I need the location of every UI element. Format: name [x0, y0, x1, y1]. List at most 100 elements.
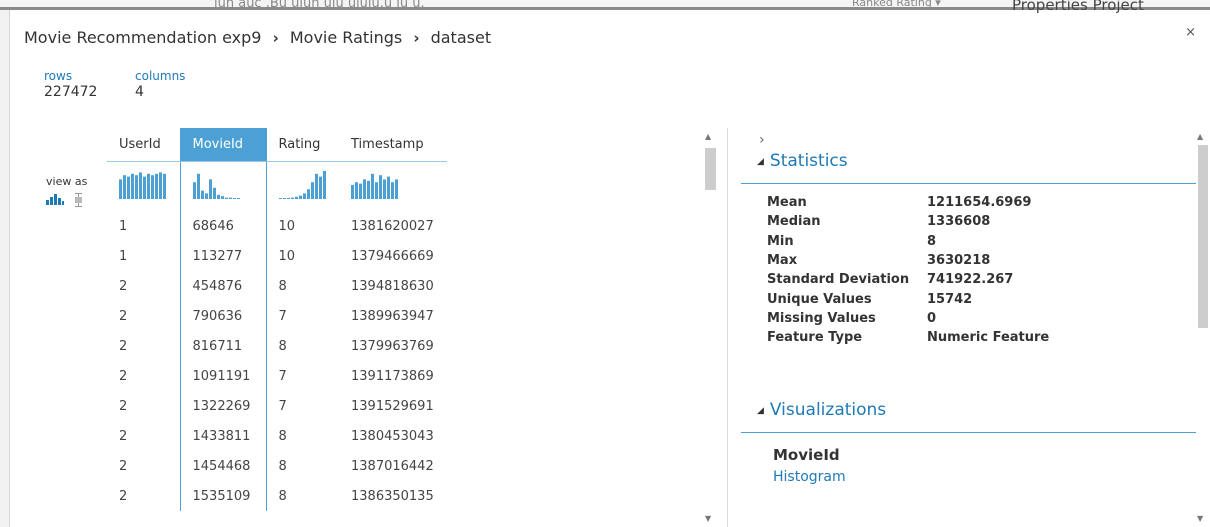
scroll-up-icon[interactable]: ▲ [705, 132, 711, 141]
cell-movieid[interactable]: 1322269 [179, 391, 267, 421]
panel-divider[interactable] [727, 128, 728, 527]
cell-movieid[interactable]: 113277 [179, 241, 267, 271]
cell-timestamp[interactable]: 1391529691 [339, 391, 447, 421]
stat-label: Median [767, 214, 821, 230]
cell-movieid[interactable]: 816711 [179, 331, 267, 361]
sparkline-bar [371, 174, 374, 200]
cell-timestamp[interactable]: 1381620027 [339, 211, 447, 241]
stat-row: Standard Deviation 741922.267 [767, 270, 1049, 289]
stat-label: Missing Values [767, 310, 876, 326]
chevron-right-icon[interactable]: › [759, 132, 765, 148]
stat-value: 1211654.6969 [927, 195, 1032, 211]
cell-timestamp[interactable]: 1391173869 [339, 361, 447, 391]
sparkline-userid[interactable] [107, 161, 180, 211]
stat-row: Missing Values 0 [767, 309, 1049, 328]
rows-summary: rows 227472 [44, 69, 97, 100]
breadcrumb-module: Movie Ratings [289, 28, 403, 47]
boxplot-icon[interactable] [74, 193, 83, 207]
table-row: 2 1454468 8 1387016442 [107, 451, 447, 481]
histogram-link[interactable]: Histogram [773, 469, 846, 485]
cell-rating[interactable]: 8 [266, 271, 339, 301]
cell-userid[interactable]: 2 [107, 451, 180, 481]
cell-movieid[interactable]: 1091191 [179, 361, 267, 391]
cell-movieid[interactable]: 68646 [179, 211, 267, 241]
statistics-heading: Statistics [769, 151, 848, 171]
column-header-movieid[interactable]: MovieId [179, 128, 267, 162]
visualizations-divider [741, 432, 1196, 433]
sparkline-bar [204, 193, 208, 200]
sparkline-bar [143, 176, 146, 200]
cell-userid[interactable]: 2 [107, 481, 180, 511]
sparkline-bar [135, 175, 138, 200]
sparkline-bar [220, 196, 224, 200]
cell-rating[interactable]: 8 [266, 451, 339, 481]
stat-value: Numeric Feature [927, 330, 1050, 346]
sparkline-rating[interactable] [266, 161, 339, 211]
cell-timestamp[interactable]: 1379963769 [339, 331, 447, 361]
background-ghost-text-mid: Ranked Rating ▾ [852, 0, 941, 9]
cell-timestamp[interactable]: 1389963947 [339, 301, 447, 331]
close-button[interactable]: × [1185, 25, 1196, 40]
statistics-section-header[interactable]: ◢ Statistics [757, 151, 848, 171]
sparkline-timestamp[interactable] [339, 161, 447, 211]
cell-rating[interactable]: 7 [266, 361, 339, 391]
stats-vertical-scrollbar[interactable]: ▲ ▼ [1194, 128, 1210, 527]
stat-value: 3630218 [927, 253, 991, 269]
table-row: 2 1535109 8 1386350135 [107, 481, 447, 511]
cell-rating[interactable]: 10 [266, 241, 339, 271]
cell-timestamp[interactable]: 1380453043 [339, 421, 447, 451]
stat-label: Mean [767, 195, 807, 211]
cell-rating[interactable]: 8 [266, 331, 339, 361]
cell-movieid[interactable]: 790636 [179, 301, 267, 331]
cell-rating[interactable]: 10 [266, 211, 339, 241]
sparkline-bar [359, 183, 362, 200]
column-header-rating[interactable]: Rating [266, 128, 339, 162]
cell-movieid[interactable]: 1535109 [179, 481, 267, 511]
scroll-down-icon[interactable]: ▼ [1197, 514, 1203, 523]
cell-timestamp[interactable]: 1379466669 [339, 241, 447, 271]
columns-summary: columns 4 [135, 69, 185, 100]
column-header-userid[interactable]: UserId [107, 128, 180, 162]
cell-userid[interactable]: 2 [107, 331, 180, 361]
cell-userid[interactable]: 2 [107, 421, 180, 451]
sparkline-bar [123, 175, 126, 200]
sparkline-bar [196, 174, 200, 200]
stats-scroll-thumb[interactable] [1198, 145, 1208, 328]
visualizations-section-header[interactable]: ◢ Visualizations [757, 400, 886, 420]
sparkline-bar [200, 190, 204, 200]
cell-movieid[interactable]: 1433811 [179, 421, 267, 451]
cell-movieid[interactable]: 454876 [179, 271, 267, 301]
statistics-list: Mean 1211654.6969 Median 1336608 Min 8 Max 3630… [767, 193, 1049, 347]
scroll-up-icon[interactable]: ▲ [1197, 132, 1203, 141]
scroll-down-icon[interactable]: ▼ [705, 514, 711, 523]
sparkline-bar [322, 171, 326, 200]
sparkline-bar [216, 195, 220, 200]
grid-vertical-scrollbar[interactable]: ▲ ▼ [702, 128, 718, 527]
sparkline-bar [278, 198, 282, 200]
sparkline-movieid[interactable] [179, 161, 267, 211]
cell-userid[interactable]: 2 [107, 391, 180, 421]
cell-userid[interactable]: 1 [107, 211, 180, 241]
sparkline-bar [383, 179, 386, 200]
column-header-timestamp[interactable]: Timestamp [339, 128, 447, 162]
cell-timestamp[interactable]: 1386350135 [339, 481, 447, 511]
histogram-icon[interactable] [46, 193, 64, 205]
cell-userid[interactable]: 2 [107, 361, 180, 391]
sparkline-bar [290, 197, 294, 200]
table-row: 2 790636 7 1389963947 [107, 301, 447, 331]
sparkline-bar [159, 172, 162, 200]
sparkline-bar [294, 197, 298, 200]
cell-userid[interactable]: 2 [107, 271, 180, 301]
cell-rating[interactable]: 8 [266, 421, 339, 451]
cell-rating[interactable]: 7 [266, 391, 339, 421]
cell-movieid[interactable]: 1454468 [179, 451, 267, 481]
visualizations-heading: Visualizations [769, 400, 887, 420]
grid-scroll-thumb[interactable] [705, 148, 716, 190]
cell-userid[interactable]: 1 [107, 241, 180, 271]
cell-userid[interactable]: 2 [107, 301, 180, 331]
cell-rating[interactable]: 8 [266, 481, 339, 511]
triangle-down-icon: ◢ [757, 406, 764, 416]
cell-rating[interactable]: 7 [266, 301, 339, 331]
cell-timestamp[interactable]: 1394818630 [339, 271, 447, 301]
cell-timestamp[interactable]: 1387016442 [339, 451, 447, 481]
